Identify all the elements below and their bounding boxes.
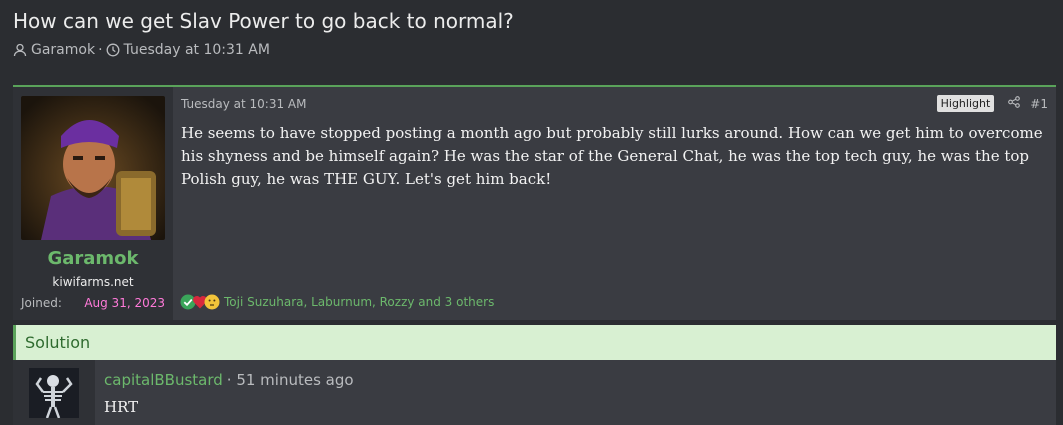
solution-time[interactable]: · 51 minutes ago <box>227 371 354 389</box>
share-icon[interactable] <box>1008 96 1021 111</box>
clock-icon <box>106 43 120 57</box>
solution-banner: Solution <box>13 325 1056 360</box>
thinking-face-icon <box>204 294 220 310</box>
solution-body: HRT <box>104 398 139 416</box>
user-title: kiwifarms.net <box>52 275 134 289</box>
solution-post: capitalBBustard · 51 minutes ago HRT <box>13 360 1056 425</box>
solution-meta: capitalBBustard · 51 minutes ago <box>104 371 354 389</box>
solution-user-panel <box>13 360 95 425</box>
joined-value: Aug 31, 2023 <box>84 296 165 310</box>
post-body: He seems to have stopped posting a month… <box>181 124 1043 188</box>
reactions-bar[interactable]: Toji Suzuhara, Laburnum, Rozzy and 3 oth… <box>180 294 494 310</box>
reaction-names[interactable]: Toji Suzuhara, Laburnum, Rozzy and 3 oth… <box>224 295 494 309</box>
post-user-panel: Garamok kiwifarms.net Joined: Aug 31, 20… <box>13 87 173 320</box>
meta-separator: · <box>98 42 103 58</box>
solution-label: Solution <box>25 333 91 352</box>
thread-meta: Garamok · Tuesday at 10:31 AM <box>13 42 270 58</box>
post-actions: Highlight #1 <box>936 95 1048 112</box>
solution-avatar[interactable] <box>29 368 79 418</box>
joined-label: Joined: <box>21 296 62 310</box>
thread-title: How can we get Slav Power to go back to … <box>13 9 514 33</box>
thread-date-link[interactable]: Tuesday at 10:31 AM <box>124 42 270 58</box>
solution-username[interactable]: capitalBBustard <box>104 371 223 389</box>
avatar[interactable] <box>21 96 165 240</box>
user-icon <box>13 43 27 57</box>
highlight-badge: Highlight <box>936 95 995 112</box>
post-number-link[interactable]: #1 <box>1030 97 1048 111</box>
post-date[interactable]: Tuesday at 10:31 AM <box>181 97 306 111</box>
post: Garamok kiwifarms.net Joined: Aug 31, 20… <box>13 85 1056 320</box>
thread-author-link[interactable]: Garamok <box>31 42 95 58</box>
post-username[interactable]: Garamok <box>13 248 173 269</box>
